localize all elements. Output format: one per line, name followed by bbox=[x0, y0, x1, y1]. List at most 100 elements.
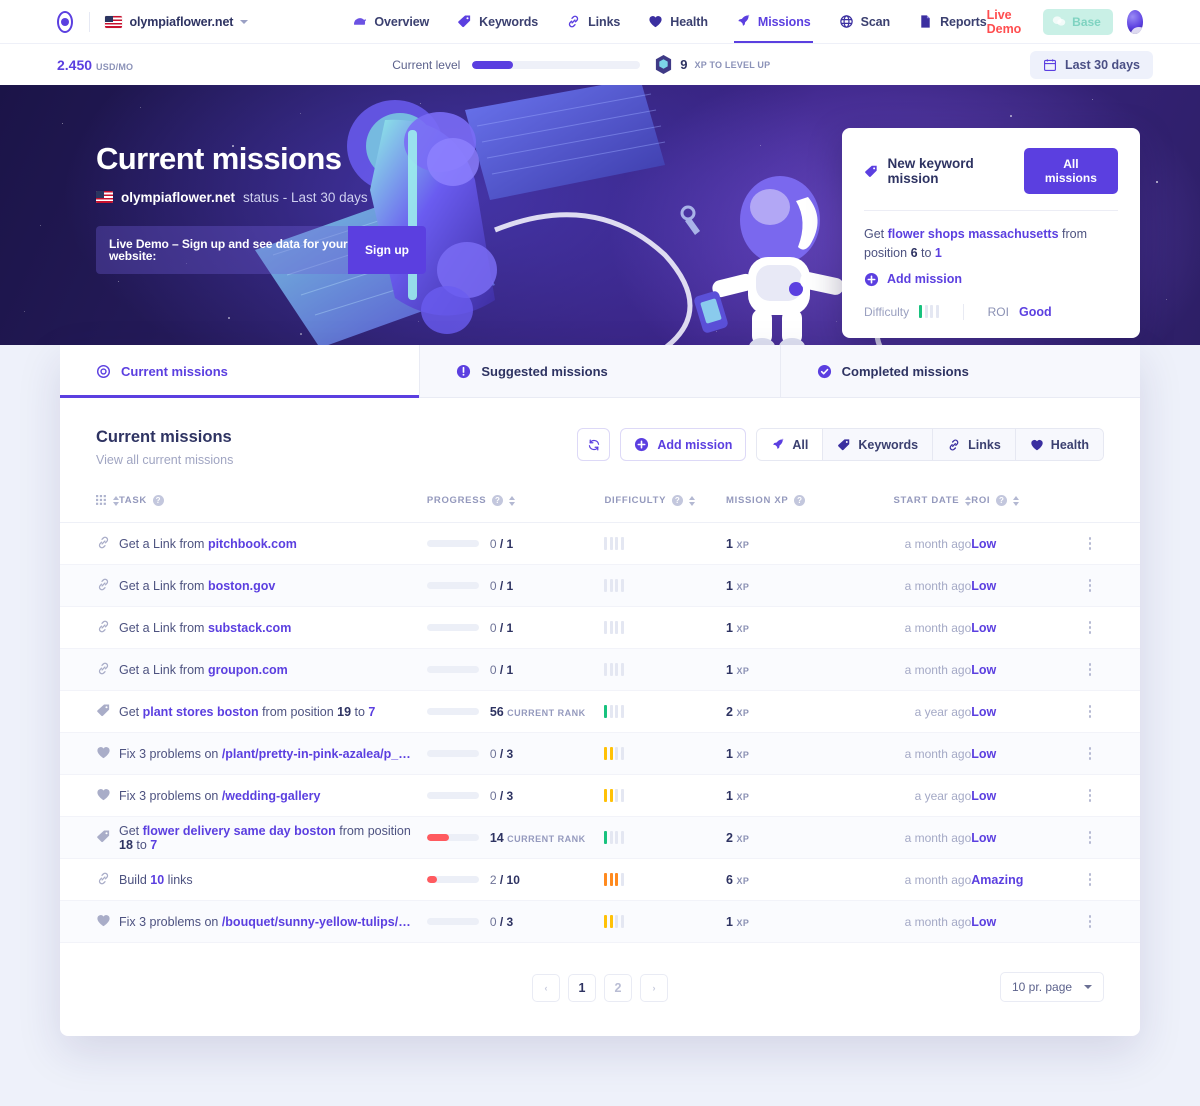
panel-header: Current missions View all current missio… bbox=[60, 398, 1140, 467]
task-suffix: from position 19 to 7 bbox=[258, 704, 376, 719]
sort-toggle[interactable] bbox=[509, 495, 516, 506]
cell-icon bbox=[60, 523, 119, 565]
all-missions-button[interactable]: All missions bbox=[1023, 148, 1118, 194]
row-menu-button[interactable] bbox=[1085, 788, 1099, 803]
tab-current-missions[interactable]: Current missions bbox=[60, 345, 421, 398]
nav-item-keywords[interactable]: Keywords bbox=[457, 0, 538, 43]
add-mission-link[interactable]: Add mission bbox=[864, 272, 1118, 287]
row-menu-button[interactable] bbox=[1085, 704, 1099, 719]
table-row[interactable]: Get a Link from pitchbook.com 0 / 1 1 XP a … bbox=[60, 523, 1140, 565]
plan-badge[interactable]: Base bbox=[1043, 8, 1113, 35]
row-menu-button[interactable] bbox=[1085, 872, 1099, 887]
row-menu-button[interactable] bbox=[1085, 578, 1099, 593]
table-row[interactable]: Get plant stores boston from position 19… bbox=[60, 691, 1140, 733]
target-logo-icon[interactable] bbox=[57, 10, 73, 33]
nav-item-links[interactable]: Links bbox=[566, 0, 620, 43]
task-highlight[interactable]: pitchbook.com bbox=[208, 537, 297, 551]
help-icon[interactable]: ? bbox=[794, 495, 806, 506]
row-menu-button[interactable] bbox=[1085, 746, 1099, 761]
task-highlight[interactable]: plant stores boston bbox=[143, 705, 259, 719]
help-icon[interactable]: ? bbox=[672, 495, 684, 506]
cell-task: Get plant stores boston from position 19… bbox=[119, 691, 427, 733]
refresh-button[interactable] bbox=[577, 428, 611, 461]
sort-toggle[interactable] bbox=[689, 495, 696, 506]
task-highlight[interactable]: groupon.com bbox=[208, 663, 288, 677]
task-highlight[interactable]: boston.gov bbox=[208, 579, 275, 593]
roi-value[interactable]: Low bbox=[971, 579, 996, 593]
roi-value[interactable]: Low bbox=[971, 705, 996, 719]
roi-value[interactable]: Low bbox=[971, 537, 996, 551]
filter-health[interactable]: Health bbox=[1015, 429, 1103, 460]
cell-task: Get a Link from boston.gov bbox=[119, 565, 427, 607]
roi-value[interactable]: Low bbox=[971, 747, 996, 761]
table-row[interactable]: Fix 3 problems on /wedding-gallery 0 / 3 1… bbox=[60, 775, 1140, 817]
nav-item-reports[interactable]: Reports bbox=[918, 0, 987, 43]
roi-value[interactable]: Low bbox=[971, 831, 996, 845]
grid-icon[interactable] bbox=[96, 495, 107, 506]
nav-item-missions[interactable]: Missions bbox=[733, 0, 813, 43]
row-menu-button[interactable] bbox=[1085, 620, 1099, 635]
per-page-label: 10 pr. page bbox=[1012, 980, 1073, 994]
sort-toggle[interactable] bbox=[1013, 495, 1020, 506]
row-menu-button[interactable] bbox=[1085, 914, 1099, 929]
keyword-text[interactable]: flower shops massachusetts bbox=[888, 227, 1059, 241]
date-range-picker[interactable]: Last 30 days bbox=[1029, 50, 1153, 79]
link-icon bbox=[98, 578, 109, 590]
row-menu-button[interactable] bbox=[1085, 830, 1099, 845]
per-page-select[interactable]: 10 pr. page bbox=[1000, 972, 1104, 1002]
task-highlight[interactable]: substack.com bbox=[208, 621, 291, 635]
user-avatar[interactable] bbox=[1126, 9, 1143, 34]
pagination-page-1[interactable]: 1 bbox=[568, 974, 596, 1002]
filter-keywords[interactable]: Keywords bbox=[823, 429, 934, 460]
calendar-icon bbox=[1043, 58, 1056, 71]
difficulty-bar bbox=[620, 663, 624, 676]
progress-total: / 3 bbox=[496, 788, 514, 803]
pagination-page-2[interactable]: 2 bbox=[604, 974, 632, 1002]
cell-icon bbox=[60, 901, 119, 943]
tab-completed-missions[interactable]: Completed missions bbox=[780, 345, 1140, 397]
table-row[interactable]: Build 10 links 2 / 10 6 XP a month ago Amazi… bbox=[60, 859, 1140, 901]
row-menu-button[interactable] bbox=[1085, 536, 1099, 551]
signup-button[interactable]: Sign up bbox=[348, 225, 426, 274]
roi-value[interactable]: Low bbox=[971, 789, 996, 803]
help-icon[interactable]: ? bbox=[996, 495, 1008, 506]
help-icon[interactable]: ? bbox=[152, 495, 164, 506]
table-row[interactable]: Fix 3 problems on /plant/pretty-in-pink-… bbox=[60, 732, 1140, 775]
task-highlight[interactable]: flower delivery same day boston bbox=[143, 824, 336, 838]
xp-value: 9 bbox=[680, 57, 688, 72]
filter-links[interactable]: Links bbox=[933, 429, 1016, 460]
difficulty-bars bbox=[919, 305, 939, 318]
table-row[interactable]: Get a Link from substack.com 0 / 1 1 XP a m… bbox=[60, 607, 1140, 649]
cell-progress: 0 / 3 bbox=[426, 901, 605, 943]
roi-value[interactable]: Low bbox=[971, 915, 996, 929]
roi-value[interactable]: Amazing bbox=[971, 873, 1023, 887]
hero-site-name: olympiaflower.net bbox=[121, 189, 236, 205]
task-highlight[interactable]: /plant/pretty-in-pink-azalea/p_… bbox=[222, 747, 411, 761]
pagination-next[interactable]: › bbox=[640, 974, 668, 1002]
live-demo-link[interactable]: Live Demo bbox=[987, 8, 1030, 36]
task-highlight[interactable]: 10 bbox=[150, 873, 164, 887]
nav-item-overview[interactable]: Overview bbox=[352, 0, 429, 43]
filter-all[interactable]: All bbox=[757, 429, 824, 460]
xp-unit: XP bbox=[736, 539, 750, 550]
top-right-actions: Live Demo Base bbox=[987, 8, 1143, 36]
table-row[interactable]: Get a Link from boston.gov 0 / 1 1 XP a mon… bbox=[60, 564, 1140, 607]
pagination-prev[interactable]: ‹ bbox=[532, 974, 560, 1002]
table-row[interactable]: Get a Link from groupon.com 0 / 1 1 XP a mo… bbox=[60, 648, 1140, 691]
roi-value[interactable]: Low bbox=[971, 621, 996, 635]
task-highlight[interactable]: /bouquet/sunny-yellow-tulips/… bbox=[222, 915, 411, 929]
difficulty-bar bbox=[620, 621, 624, 634]
help-icon[interactable]: ? bbox=[492, 495, 504, 506]
row-menu-button[interactable] bbox=[1085, 662, 1099, 677]
cell-icon bbox=[60, 607, 119, 649]
roi-value[interactable]: Low bbox=[971, 663, 996, 677]
table-row[interactable]: Fix 3 problems on /bouquet/sunny-yellow-… bbox=[60, 900, 1140, 943]
task-highlight[interactable]: /wedding-gallery bbox=[222, 789, 321, 803]
site-selector[interactable]: olympiaflower.net bbox=[105, 15, 249, 29]
table-row[interactable]: Get flower delivery same day boston from… bbox=[60, 816, 1140, 859]
add-mission-button[interactable]: Add mission bbox=[620, 428, 747, 461]
nav-item-health[interactable]: Health bbox=[648, 0, 708, 43]
tab-suggested-missions[interactable]: Suggested missions bbox=[420, 345, 781, 397]
nav-item-scan[interactable]: Scan bbox=[839, 0, 890, 43]
level-progress-track bbox=[472, 60, 641, 69]
